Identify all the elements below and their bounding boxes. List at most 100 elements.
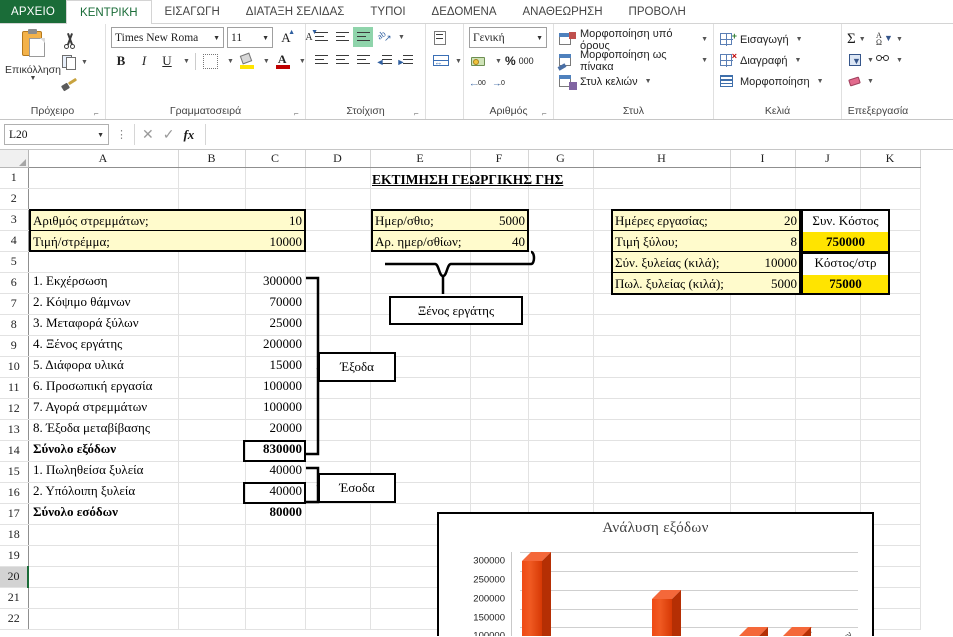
cell-J4[interactable] xyxy=(795,230,861,252)
cell-F10[interactable] xyxy=(470,356,529,378)
cell-K14[interactable] xyxy=(860,440,921,462)
insert-caret[interactable]: ▼ xyxy=(796,36,803,43)
row-header-20[interactable]: 20 xyxy=(0,566,29,588)
align-top-button[interactable] xyxy=(311,27,331,47)
cell-E19[interactable] xyxy=(370,545,471,567)
paste-dropdown-caret[interactable]: ▼ xyxy=(30,75,37,82)
accounting-format-button[interactable] xyxy=(469,51,489,71)
decrease-decimal-button[interactable]: → .0 xyxy=(492,74,512,94)
cell-J7[interactable] xyxy=(795,293,861,315)
merge-cells-button[interactable]: ↔ xyxy=(431,51,451,71)
format-as-table-button[interactable]: Μορφοποίηση ως πίνακα ▼ xyxy=(557,49,708,73)
cell-A10[interactable] xyxy=(28,356,179,378)
cell-H8[interactable] xyxy=(593,314,731,336)
cell-C9[interactable] xyxy=(245,335,306,357)
select-all-corner[interactable] xyxy=(0,150,29,168)
cell-B14[interactable] xyxy=(178,440,246,462)
cell-H16[interactable] xyxy=(593,482,731,504)
column-header-K[interactable]: K xyxy=(860,150,921,168)
cell-D4[interactable] xyxy=(305,230,371,252)
fill-button[interactable]: ▼ ▼ xyxy=(847,50,874,70)
cell-D5[interactable] xyxy=(305,251,371,273)
cell-A21[interactable] xyxy=(28,587,179,609)
cell-J14[interactable] xyxy=(795,440,861,462)
cell-G19[interactable] xyxy=(528,545,594,567)
cell-I12[interactable] xyxy=(730,398,796,420)
row-header-8[interactable]: 8 xyxy=(0,314,29,336)
delete-caret[interactable]: ▼ xyxy=(795,57,802,64)
cell-D21[interactable] xyxy=(305,587,371,609)
tab-data[interactable]: ΔΕΔΟΜΕΝΑ xyxy=(419,0,510,23)
cell-D3[interactable] xyxy=(305,209,371,231)
cell-B5[interactable] xyxy=(178,251,246,273)
cell-B18[interactable] xyxy=(178,524,246,546)
cell-C1[interactable] xyxy=(245,167,306,189)
decrease-indent-button[interactable]: ◄ xyxy=(374,50,394,70)
cell-D8[interactable] xyxy=(305,314,371,336)
row-header-15[interactable]: 15 xyxy=(0,461,29,483)
cell-K15[interactable] xyxy=(860,461,921,483)
cell-E9[interactable] xyxy=(370,335,471,357)
cell-F12[interactable] xyxy=(470,398,529,420)
row-header-2[interactable]: 2 xyxy=(0,188,29,210)
cell-C8[interactable] xyxy=(245,314,306,336)
row-header-6[interactable]: 6 xyxy=(0,272,29,294)
column-header-B[interactable]: B xyxy=(178,150,246,168)
cell-G8[interactable] xyxy=(528,314,594,336)
cell-I7[interactable] xyxy=(730,293,796,315)
spreadsheet-grid[interactable]: A B C D E F G H I J K 1 2 3 4 5 6 7 8 9 10 11 12 13 1… xyxy=(0,150,953,636)
copy-caret[interactable]: ▼ xyxy=(81,59,88,66)
cell-F18[interactable] xyxy=(470,524,529,546)
cell-G20[interactable] xyxy=(528,566,594,588)
cell-C17[interactable] xyxy=(245,503,306,525)
row-header-5[interactable]: 5 xyxy=(0,251,29,273)
row-header-16[interactable]: 16 xyxy=(0,482,29,504)
cell-C4[interactable] xyxy=(245,230,306,252)
merge-caret[interactable]: ▼ xyxy=(455,58,462,65)
align-bottom-button[interactable] xyxy=(353,27,373,47)
cell-H3[interactable] xyxy=(593,209,731,231)
cell-B17[interactable] xyxy=(178,503,246,525)
cell-C22[interactable] xyxy=(245,608,306,630)
cell-K13[interactable] xyxy=(860,419,921,441)
tab-file[interactable]: ΑΡΧΕΙΟ xyxy=(0,0,67,23)
cell-B22[interactable] xyxy=(178,608,246,630)
cell-I16[interactable] xyxy=(730,482,796,504)
cell-E15[interactable] xyxy=(370,461,471,483)
cell-F2[interactable] xyxy=(470,188,529,210)
cell-E6[interactable] xyxy=(370,272,471,294)
row-header-7[interactable]: 7 xyxy=(0,293,29,315)
cell-G4[interactable] xyxy=(528,230,594,252)
column-header-G[interactable]: G xyxy=(528,150,594,168)
cell-D15[interactable] xyxy=(305,461,371,483)
cell-H14[interactable] xyxy=(593,440,731,462)
number-format-combo[interactable]: Γενική ▼ xyxy=(469,27,547,48)
cell-F15[interactable] xyxy=(470,461,529,483)
font-dialog-launcher[interactable]: ⌐ xyxy=(294,109,303,118)
confirm-icon[interactable]: ✓ xyxy=(163,126,175,143)
fill-color-button[interactable] xyxy=(237,51,257,71)
cell-F11[interactable] xyxy=(470,377,529,399)
cell-G13[interactable] xyxy=(528,419,594,441)
cell-I20[interactable] xyxy=(730,566,796,588)
cell-J5[interactable] xyxy=(795,251,861,273)
clear-button[interactable]: ▼ xyxy=(847,71,874,91)
cell-E8[interactable] xyxy=(370,314,471,336)
autosum-button[interactable]: Σ ▼ xyxy=(847,29,874,49)
cell-A5[interactable] xyxy=(28,251,179,273)
cell-F4[interactable] xyxy=(470,230,529,252)
italic-button[interactable]: I xyxy=(134,51,154,71)
cell-E17[interactable] xyxy=(370,503,471,525)
format-painter-button[interactable] xyxy=(60,74,88,94)
cell-F13[interactable] xyxy=(470,419,529,441)
cut-button[interactable] xyxy=(61,30,88,50)
cell-B1[interactable] xyxy=(178,167,246,189)
borders-caret[interactable]: ▼ xyxy=(227,58,234,65)
bold-button[interactable]: B xyxy=(111,51,131,71)
row-header-11[interactable]: 11 xyxy=(0,377,29,399)
cell-H17[interactable] xyxy=(593,503,731,525)
cancel-icon[interactable]: ✕ xyxy=(142,126,154,143)
find-select-button[interactable]: ▼ xyxy=(875,50,903,70)
cell-C13[interactable] xyxy=(245,419,306,441)
row-header-14[interactable]: 14 xyxy=(0,440,29,462)
